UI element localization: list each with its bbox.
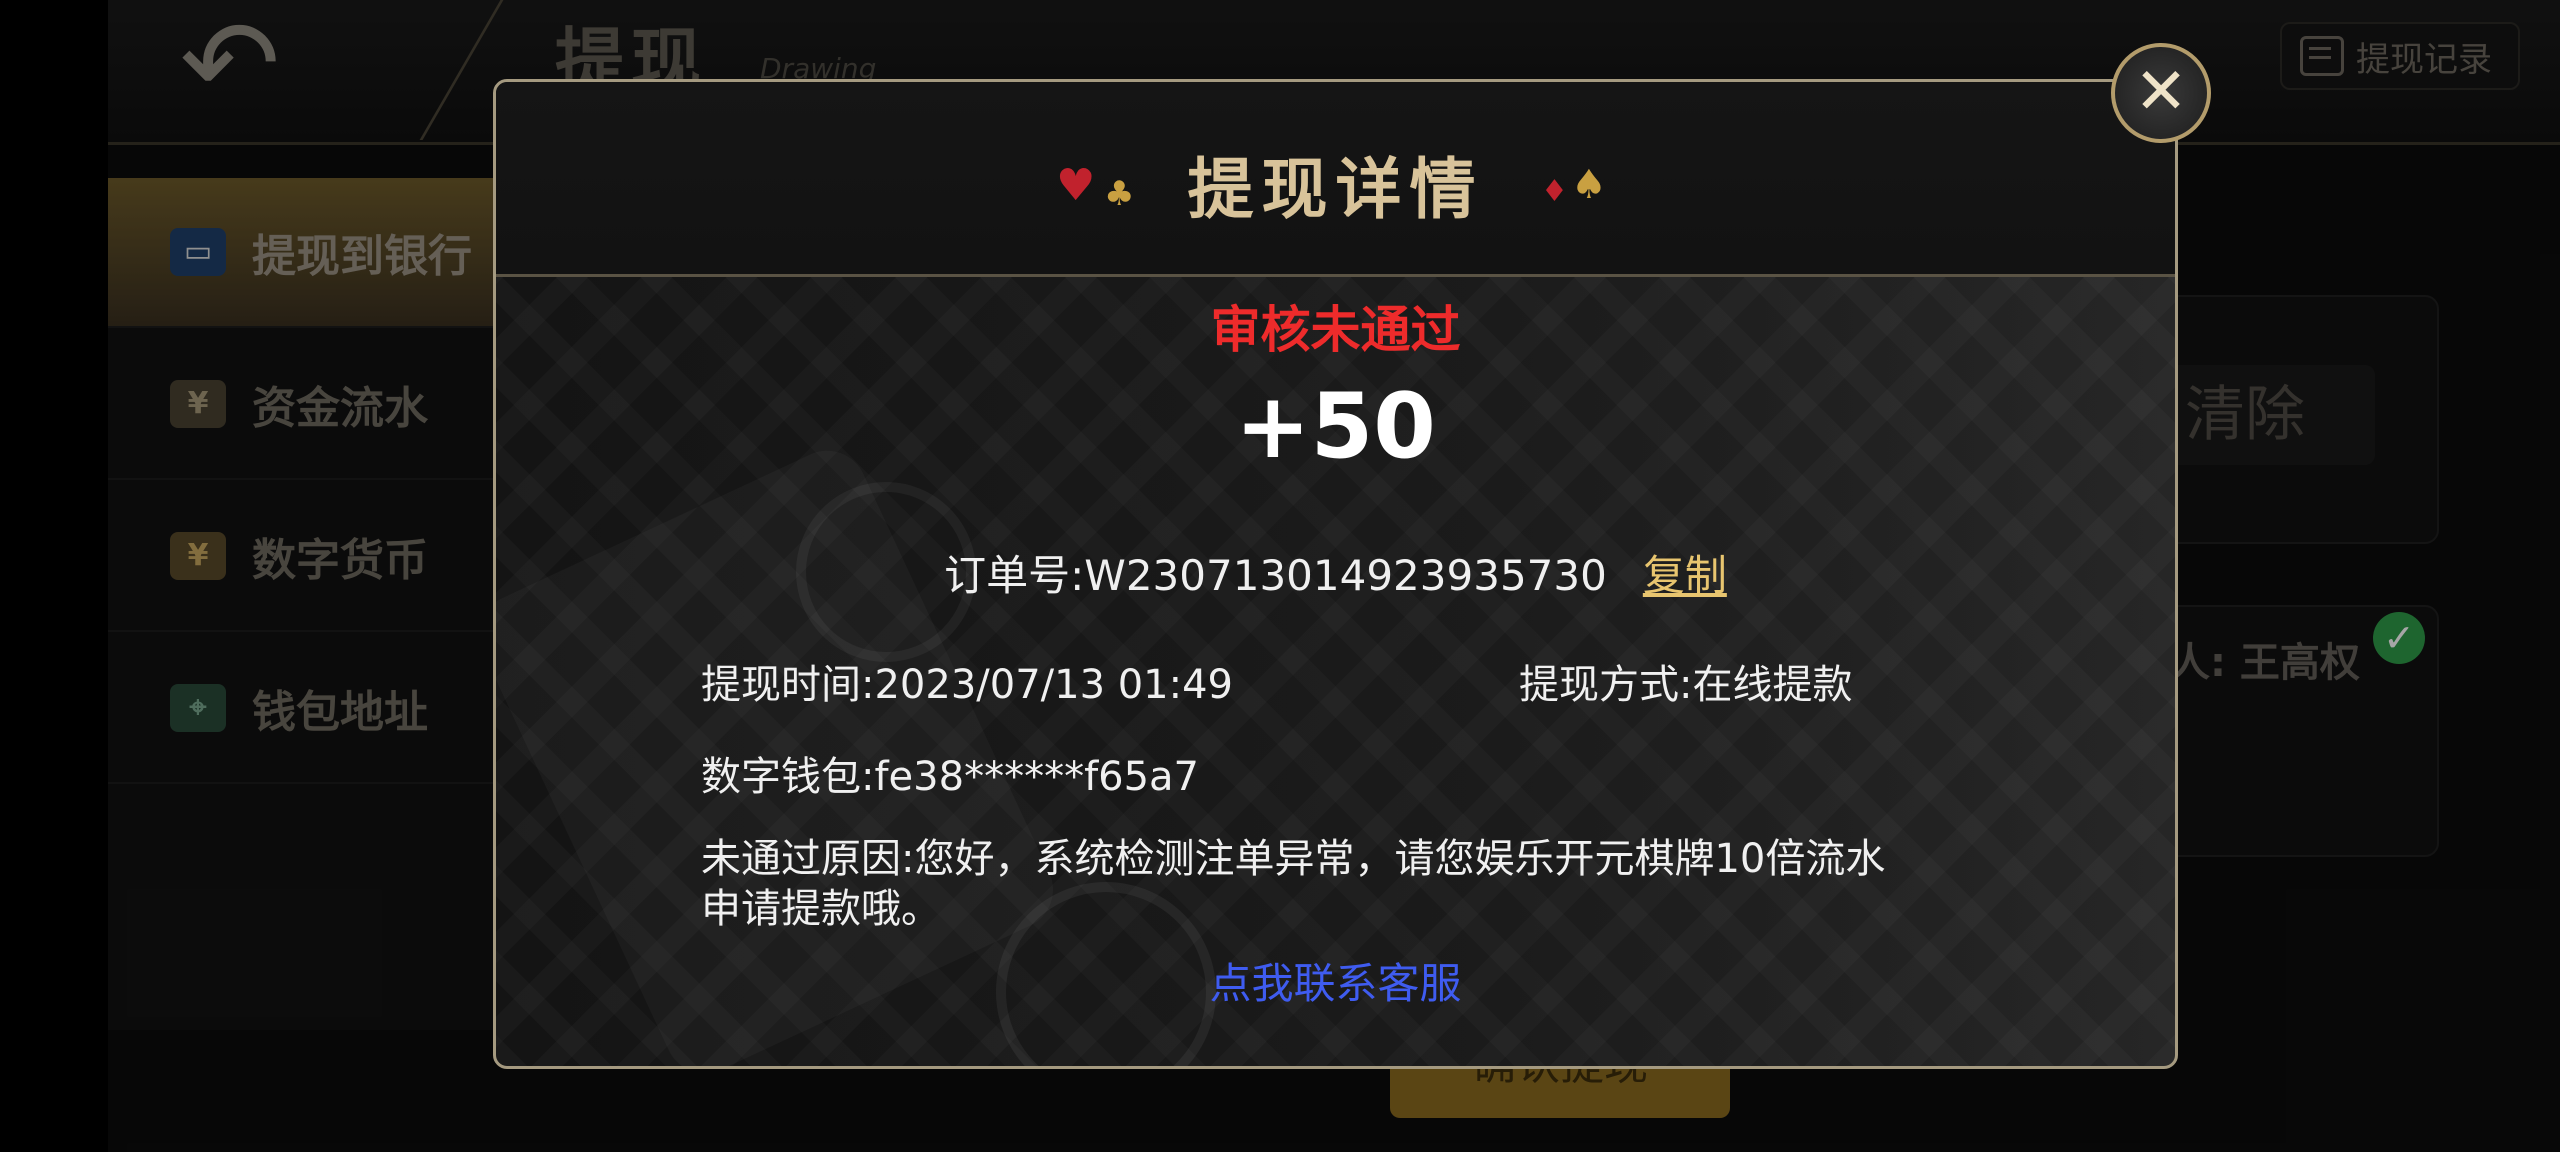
- reject-reason-line: 申请提款哦。: [701, 886, 941, 932]
- crypto-wallet: 数字钱包:fe38******f65a7: [701, 754, 1200, 800]
- copy-button[interactable]: 复制: [1643, 551, 1727, 600]
- review-status: 审核未通过: [1210, 301, 1461, 359]
- contact-support-link[interactable]: 点我联系客服: [496, 950, 2175, 1011]
- reject-reason-line: 未通过原因:您好，系统检测注单异常，请您娱乐开元棋牌10倍流水: [701, 836, 1886, 882]
- modal-title: 提现详情: [1187, 151, 1484, 228]
- withdraw-amount: +50: [1235, 374, 1436, 479]
- withdraw-detail-modal: ♥ ♣ 提现详情 ♦ ♠ 审核未通过 +50 订单号:W230713014923…: [493, 79, 2178, 1069]
- reject-reason: 未通过原因:您好，系统检测注单异常，请您娱乐开元棋牌10倍流水 申请提款哦。: [701, 834, 2001, 934]
- close-icon[interactable]: ✕: [2111, 43, 2211, 143]
- modal-header: ♥ ♣ 提现详情 ♦ ♠: [496, 82, 2175, 277]
- spade-suit-icon: ♠: [1571, 162, 1607, 208]
- withdraw-time: 提现时间:2023/07/13 01:49: [701, 662, 1234, 708]
- diamond-suit-icon: ♦: [1541, 174, 1568, 209]
- withdraw-method: 提现方式:在线提款: [1519, 662, 1853, 708]
- order-row: 订单号:W230713014923935730 复制: [496, 542, 2175, 603]
- order-number: 订单号:W230713014923935730: [944, 551, 1607, 600]
